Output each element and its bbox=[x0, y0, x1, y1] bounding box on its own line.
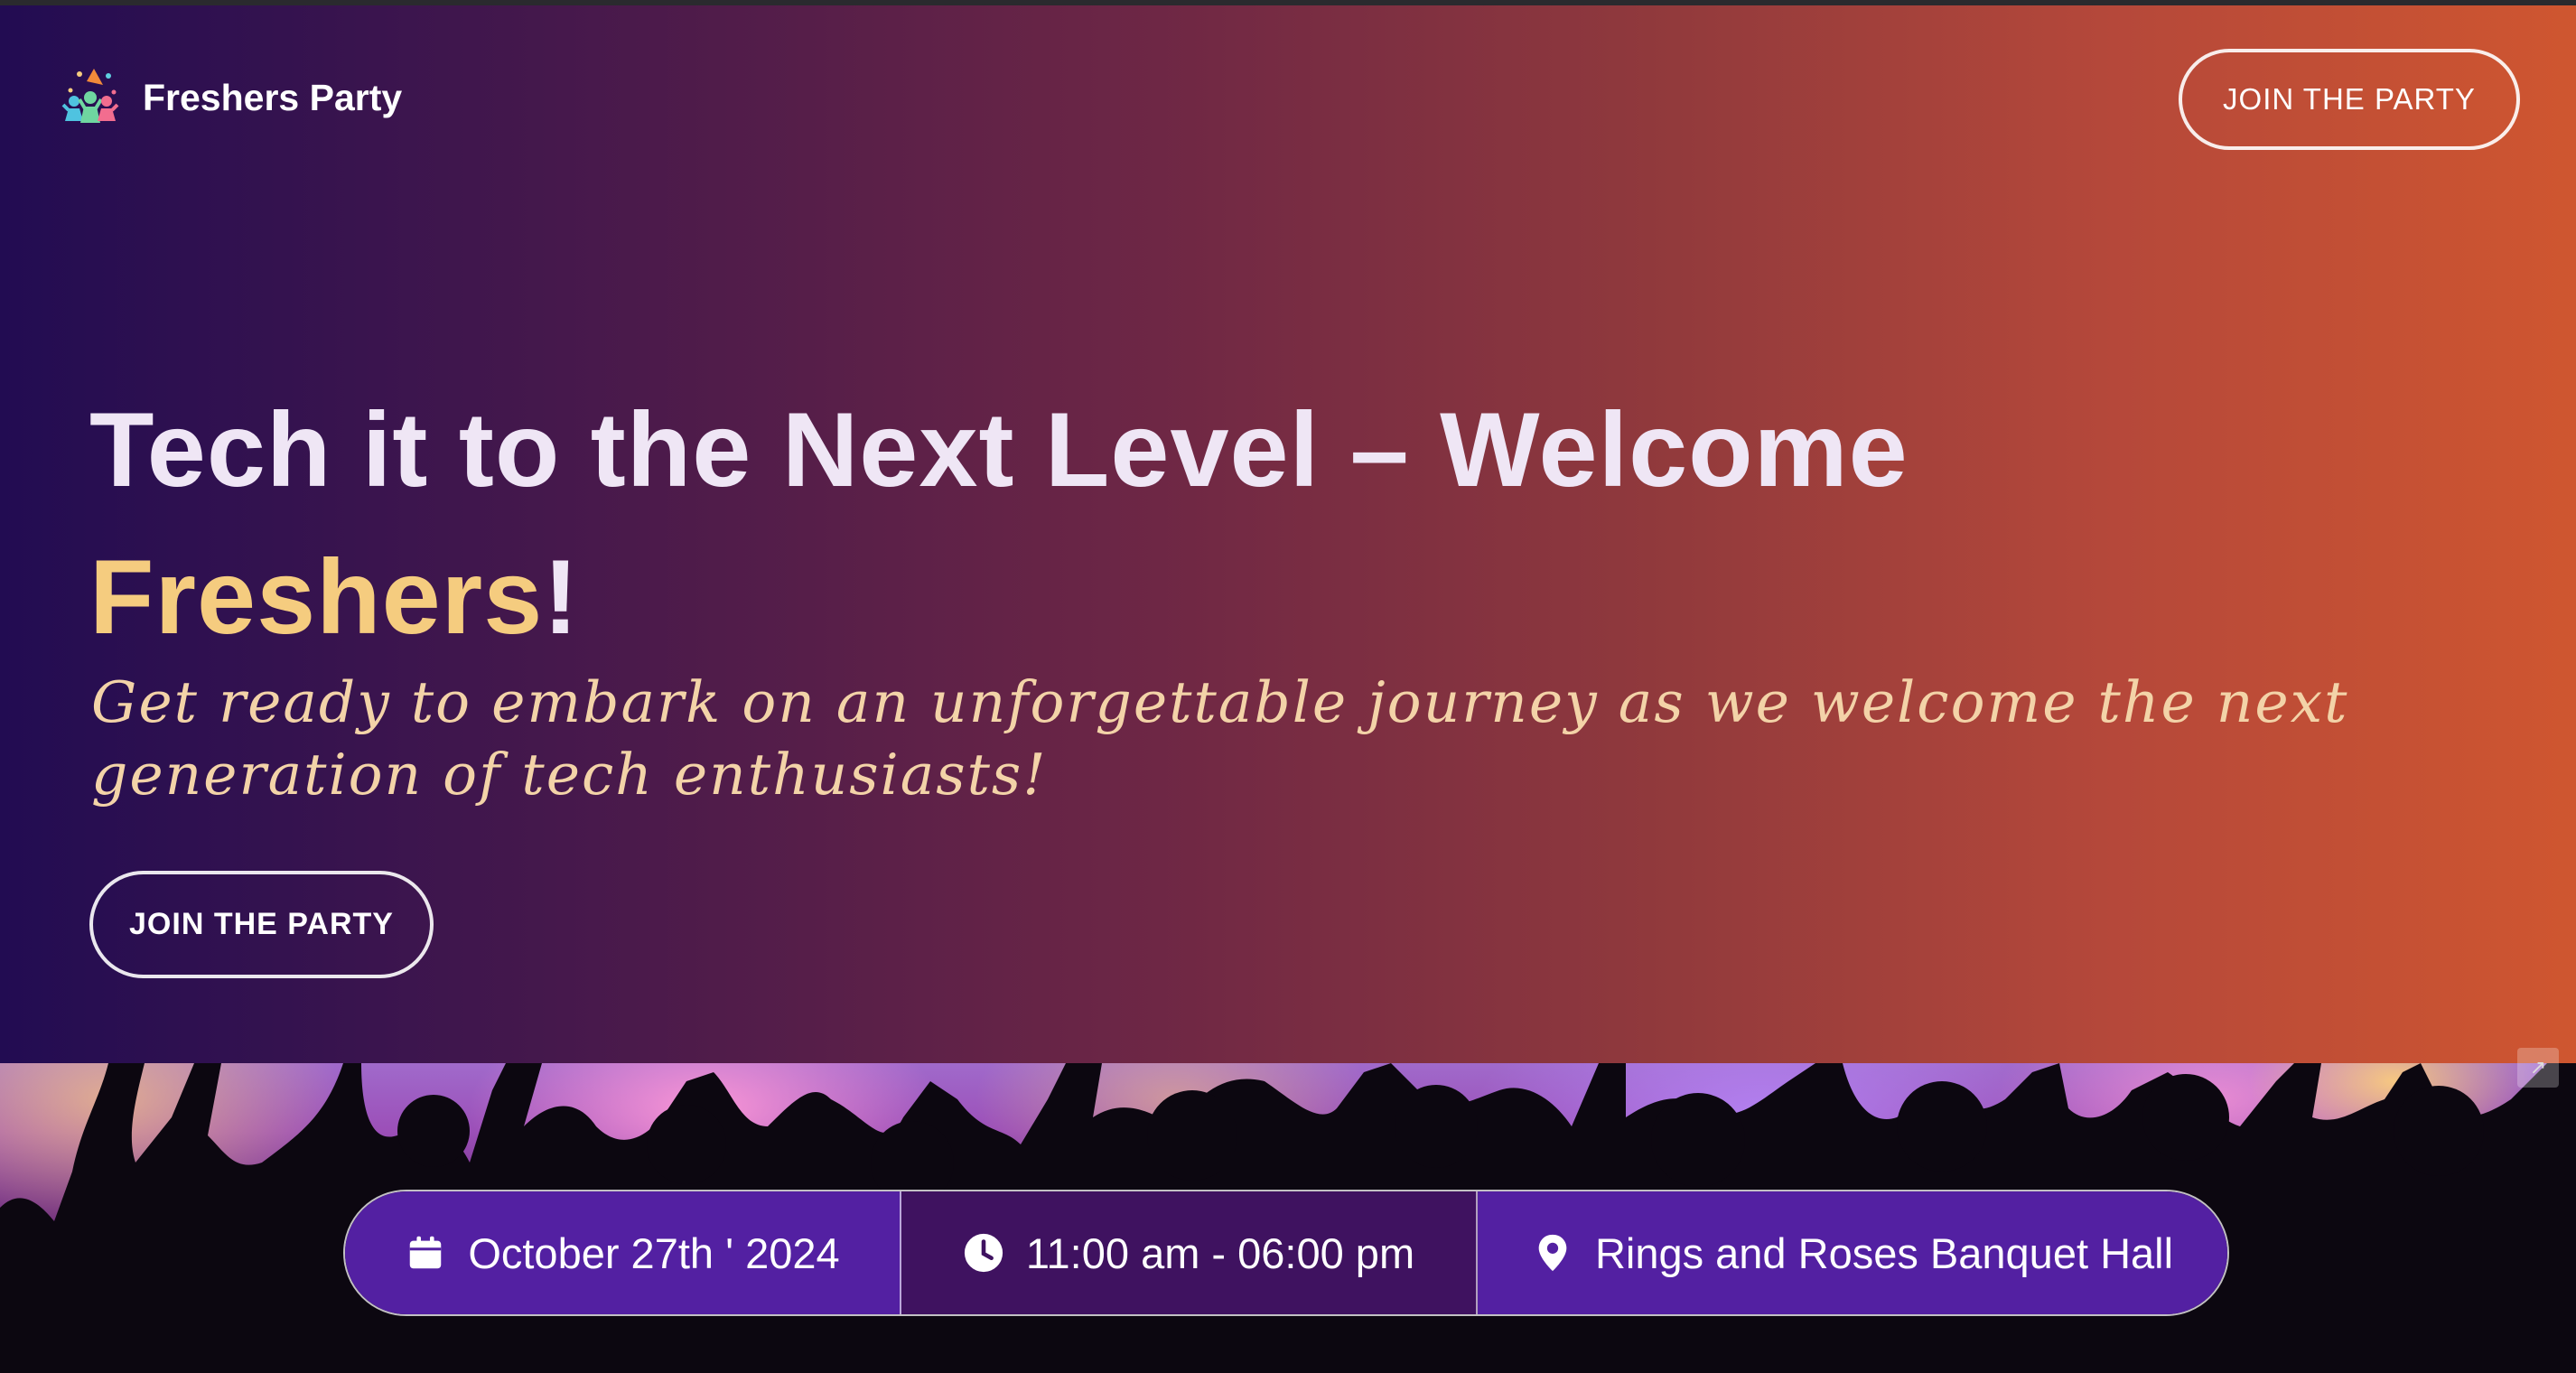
event-time-text: 11:00 am - 06:00 pm bbox=[1025, 1228, 1415, 1277]
event-info-bar: October 27th ' 2024 11:00 am - 06:00 pm … bbox=[343, 1190, 2229, 1316]
headline-main: Tech it to the Next Level – Welcome bbox=[89, 390, 1909, 509]
headline-end: ! bbox=[543, 537, 580, 656]
event-date-text: October 27th ' 2024 bbox=[468, 1228, 840, 1277]
hero-subtitle: Get ready to embark on an unforgettable … bbox=[91, 669, 2349, 808]
event-date: October 27th ' 2024 bbox=[345, 1191, 901, 1314]
hero-headline: Tech it to the Next Level – Welcome Fresh… bbox=[89, 376, 2257, 670]
hero-section: Freshers Party JOIN THE PARTY Tech it to… bbox=[0, 5, 2576, 1063]
event-venue: Rings and Roses Banquet Hall bbox=[1478, 1191, 2227, 1314]
location-pin-icon bbox=[1538, 1234, 1567, 1272]
calendar-icon bbox=[410, 1236, 442, 1269]
event-venue-text: Rings and Roses Banquet Hall bbox=[1594, 1228, 2174, 1277]
celebration-people-icon bbox=[61, 69, 119, 123]
headline-accent: Freshers bbox=[89, 537, 544, 656]
brand[interactable]: Freshers Party bbox=[58, 65, 402, 130]
clock-icon bbox=[964, 1233, 1003, 1273]
brand-name: Freshers Party bbox=[143, 76, 403, 118]
collapse-arrows-icon[interactable]: ↗ bbox=[2517, 1048, 2559, 1088]
join-party-nav-button[interactable]: JOIN THE PARTY bbox=[2179, 49, 2520, 150]
join-party-hero-button[interactable]: JOIN THE PARTY bbox=[89, 871, 434, 978]
event-time: 11:00 am - 06:00 pm bbox=[901, 1191, 1478, 1314]
